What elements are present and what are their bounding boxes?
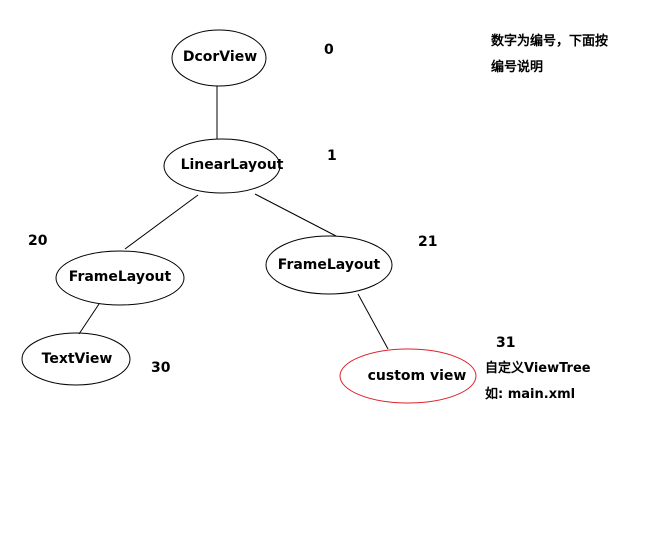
edge-21-31 [357,293,389,350]
legend-note: 数字为编号，下面按 编号说明 [491,29,608,81]
node-number-21: 21 [418,234,438,250]
node-number-1: 1 [327,148,337,164]
edge-1-21 [254,193,337,237]
node-number-31: 31 [496,335,516,351]
node-label-framelayout-21: FrameLayout [277,257,381,273]
node-number-30: 30 [151,360,171,376]
node-number-20: 20 [28,233,48,249]
node-label-custom-view: custom view [367,368,467,384]
node-label-textview: TextView [41,351,113,367]
edge-20-30 [78,303,100,335]
legend-note-line-2: 编号说明 [491,60,544,75]
node-label-framelayout-20: FrameLayout [68,269,172,285]
legend-note-line-1: 数字为编号，下面按 [491,34,609,49]
node-label-linearlayout: LinearLayout [180,157,284,173]
custom-view-note-line-1: 自定义ViewTree [485,361,591,376]
custom-view-note-line-2: 如: main.xml [485,387,576,402]
node-number-0: 0 [324,42,334,58]
node-label-dcorview: DcorView [182,49,258,65]
edge-1-20 [124,194,199,250]
custom-view-note: 自定义ViewTree 如: main.xml [485,356,591,408]
